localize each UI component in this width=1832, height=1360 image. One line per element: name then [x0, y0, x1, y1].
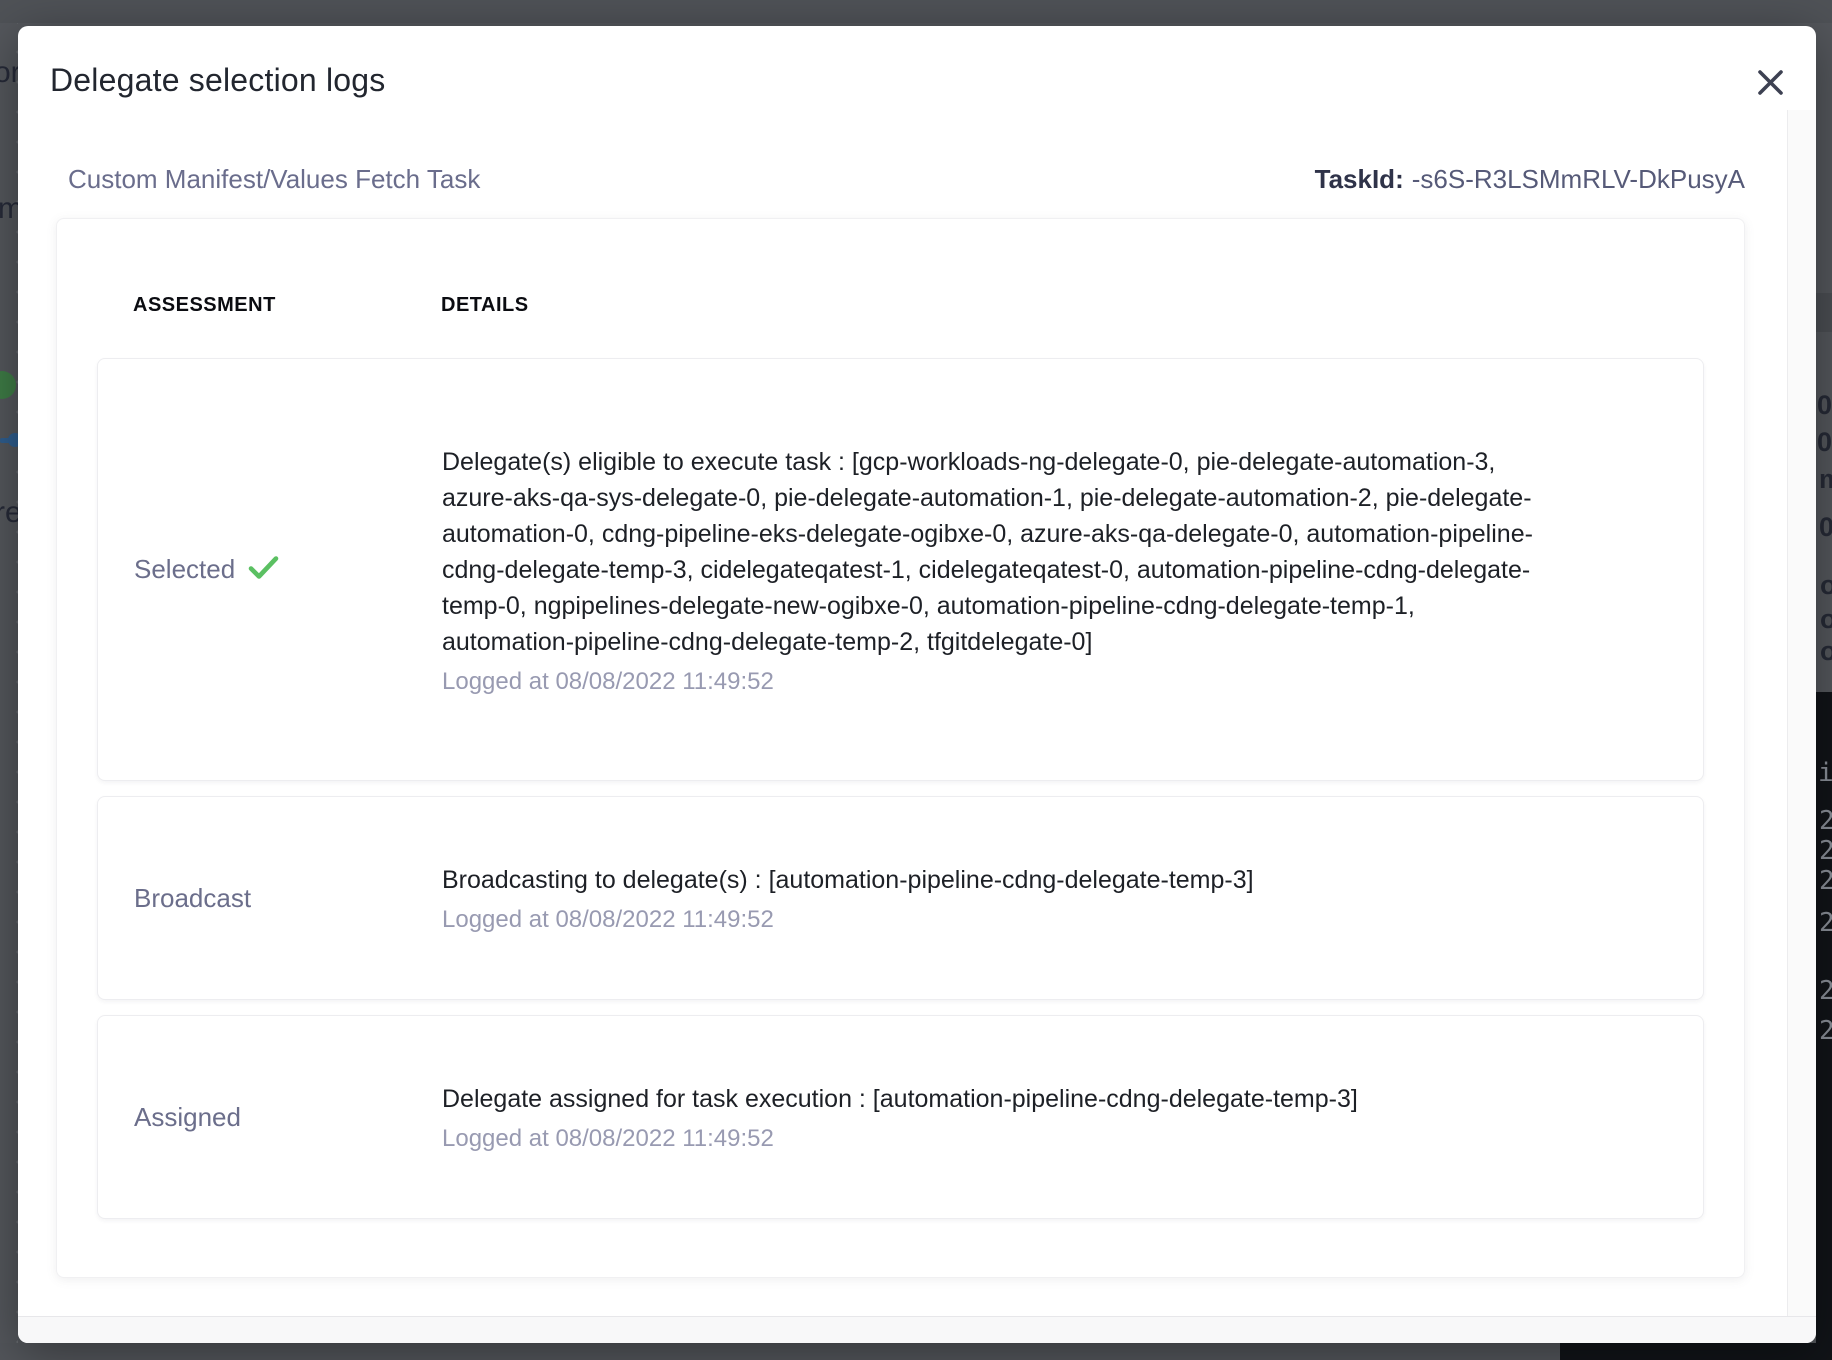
background-text-fragment: 2 — [1819, 978, 1832, 1004]
page-title: Delegate selection logs — [50, 62, 1766, 99]
background-text-fragment: 2 — [1819, 1018, 1832, 1044]
background-text-fragment: 2 — [1819, 838, 1832, 864]
table-row: Selected Delegate(s) eligible to execute… — [97, 358, 1704, 781]
background-log-panel-band — [1816, 293, 1832, 332]
details-cell: Delegate(s) eligible to execute task : [… — [442, 444, 1622, 696]
logged-timestamp: Logged at 08/08/2022 11:49:52 — [442, 906, 1622, 934]
logged-timestamp: Logged at 08/08/2022 11:49:52 — [442, 1125, 1622, 1153]
dialog-header: Delegate selection logs — [18, 26, 1816, 130]
background-console-corner — [1560, 1343, 1832, 1360]
background-text-fragment: o — [1820, 572, 1832, 599]
column-header-details: DETAILS — [441, 294, 529, 317]
selection-logs-panel: ASSESSMENT DETAILS Selected Delegate(s) … — [56, 218, 1745, 1278]
check-icon — [247, 554, 280, 588]
assessment-cell: Selected — [134, 552, 442, 588]
task-id: TaskId: -s6S-R3LSMmRLV-DkPusyA — [1315, 164, 1745, 195]
details-cell: Broadcasting to delegate(s) : [automatio… — [442, 862, 1622, 934]
table-header-row: ASSESSMENT DETAILS — [97, 294, 1704, 317]
background-page-header — [0, 0, 1832, 23]
background-canvas-bottom — [0, 1343, 1560, 1360]
background-text-fragment: 2 — [1819, 808, 1832, 834]
assessment-cell: Assigned — [134, 1102, 442, 1133]
close-icon — [1757, 69, 1784, 99]
details-text: Delegate(s) eligible to execute task : [… — [442, 444, 1542, 660]
assessment-label: Assigned — [134, 1102, 241, 1133]
background-text-fragment: o — [1820, 606, 1832, 633]
delegate-selection-logs-dialog: Delegate selection logs Custom Manifest/… — [18, 26, 1816, 1343]
assessment-label: Broadcast — [134, 883, 251, 914]
background-text-fragment: 2 — [1819, 868, 1832, 894]
assessment-label: Selected — [134, 554, 235, 585]
task-id-label: TaskId: — [1315, 164, 1404, 194]
column-header-assessment: ASSESSMENT — [133, 294, 441, 317]
background-text-fragment: 0 — [1819, 514, 1832, 541]
background-text-fragment: i, — [1818, 760, 1832, 786]
table-row: Assigned Delegate assigned for task exec… — [97, 1015, 1704, 1219]
logged-timestamp: Logged at 08/08/2022 11:49:52 — [442, 668, 1622, 696]
background-text-fragment: m — [1819, 466, 1832, 493]
close-button[interactable] — [1748, 62, 1792, 106]
table-row: Broadcast Broadcasting to delegate(s) : … — [97, 796, 1704, 1000]
task-id-value: -s6S-R3LSMmRLV-DkPusyA — [1412, 164, 1745, 194]
modal-scrollbar[interactable] — [1787, 110, 1816, 1316]
dialog-body: Custom Manifest/Values Fetch Task TaskId… — [18, 130, 1816, 1316]
background-text-fragment: 08 — [1817, 429, 1832, 456]
background-text-fragment: 08 — [1817, 392, 1832, 419]
background-text-fragment: 2 — [1819, 910, 1832, 936]
details-cell: Delegate assigned for task execution : [… — [442, 1081, 1622, 1153]
task-summary-row: Custom Manifest/Values Fetch Task TaskId… — [56, 164, 1745, 195]
details-text: Broadcasting to delegate(s) : [automatio… — [442, 862, 1542, 898]
assessment-row-list: Selected Delegate(s) eligible to execute… — [97, 358, 1704, 1219]
task-name: Custom Manifest/Values Fetch Task — [68, 164, 480, 195]
dialog-footer — [18, 1316, 1816, 1343]
details-text: Delegate assigned for task execution : [… — [442, 1081, 1542, 1117]
assessment-cell: Broadcast — [134, 883, 442, 914]
background-text-fragment: o — [1820, 638, 1832, 665]
